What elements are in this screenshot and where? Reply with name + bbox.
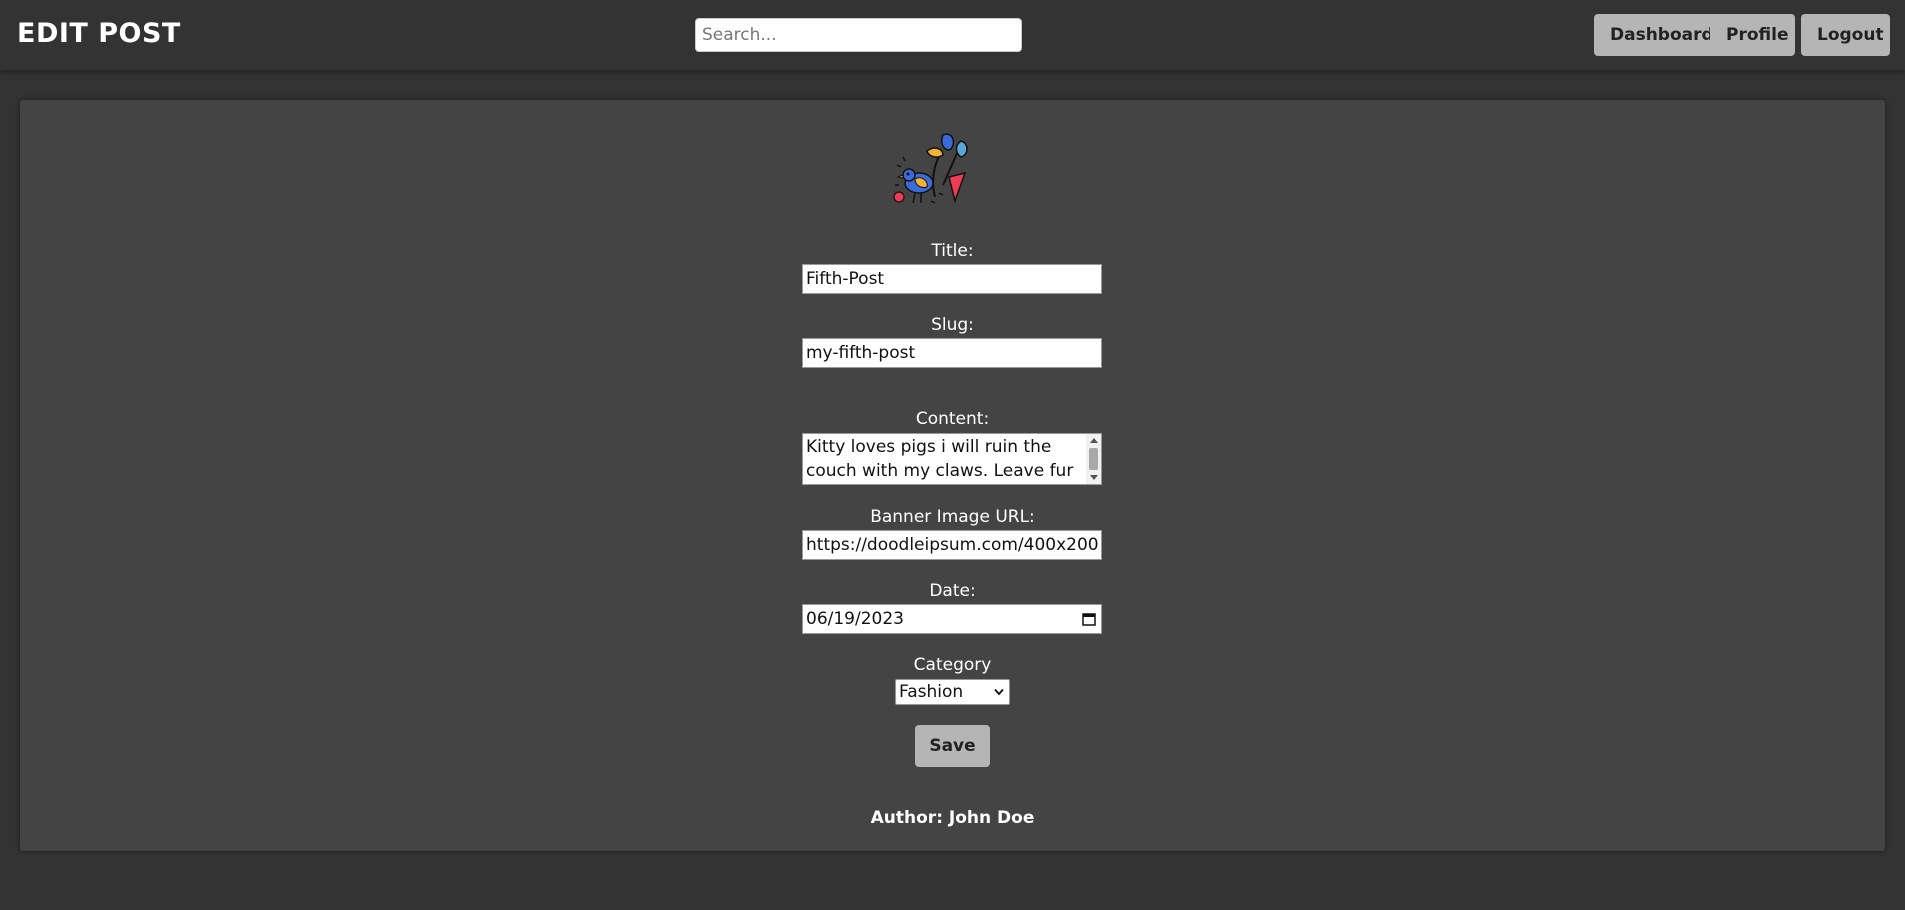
chevron-down-icon xyxy=(994,688,1004,696)
date-label: Date: xyxy=(929,581,976,601)
slug-field[interactable] xyxy=(802,338,1102,368)
profile-button[interactable]: Profile xyxy=(1710,14,1795,56)
title-label: Title: xyxy=(931,241,974,261)
save-button[interactable]: Save xyxy=(915,725,990,767)
content-scrollbar[interactable] xyxy=(1086,434,1101,484)
banner-url-field[interactable] xyxy=(802,530,1102,560)
top-header: EDIT POST Dashboard Profile Logout xyxy=(0,0,1905,70)
banner-label: Banner Image URL: xyxy=(870,507,1035,527)
scroll-up-icon[interactable] xyxy=(1090,438,1098,443)
dashboard-button[interactable]: Dashboard xyxy=(1594,14,1719,56)
content-label: Content: xyxy=(915,409,990,429)
author-text: Author: John Doe xyxy=(870,808,1035,828)
category-value: Fashion xyxy=(899,682,964,702)
slug-label: Slug: xyxy=(931,315,974,335)
scroll-thumb[interactable] xyxy=(1089,448,1098,470)
logout-button[interactable]: Logout xyxy=(1801,14,1890,56)
search-input[interactable] xyxy=(695,18,1022,52)
content-textarea[interactable]: Kitty loves pigs i will ruin the couch w… xyxy=(802,433,1102,485)
doodle-logo-icon xyxy=(893,133,968,204)
date-value: 06/19/2023 xyxy=(806,609,904,629)
scroll-down-icon[interactable] xyxy=(1090,475,1098,480)
category-label: Category xyxy=(913,655,992,675)
content-text: Kitty loves pigs i will ruin the couch w… xyxy=(806,437,1074,481)
title-field[interactable] xyxy=(802,264,1102,294)
category-select[interactable]: Fashion xyxy=(895,679,1010,705)
calendar-icon[interactable] xyxy=(1082,612,1096,626)
page-title: EDIT POST xyxy=(17,18,181,49)
date-field[interactable]: 06/19/2023 xyxy=(802,604,1102,634)
